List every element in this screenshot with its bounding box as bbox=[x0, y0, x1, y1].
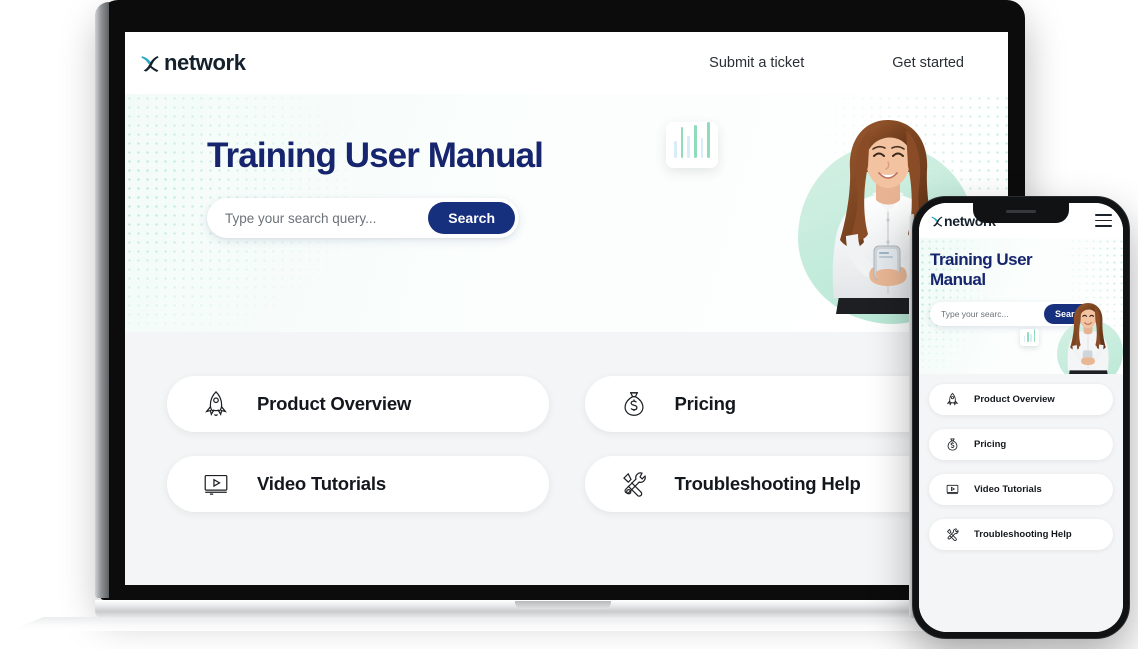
quick-links-section: Product Overview Pricing Video Tutorials… bbox=[125, 332, 1008, 585]
top-navigation-bar: network Submit a ticket Get started bbox=[125, 32, 1008, 94]
phone-card-pricing[interactable]: Pricing bbox=[929, 429, 1113, 460]
card-video-tutorials[interactable]: Video Tutorials bbox=[167, 456, 549, 512]
nav-link-get-started[interactable]: Get started bbox=[892, 55, 964, 71]
phone-notch bbox=[973, 203, 1069, 223]
hamburger-menu-icon[interactable] bbox=[1095, 214, 1112, 227]
phone-speaker bbox=[1006, 209, 1036, 214]
phone-screen: network Training User Manual Search bbox=[919, 203, 1123, 632]
video-monitor-icon bbox=[945, 482, 960, 497]
phone-mockup: network Training User Manual Search bbox=[909, 196, 1130, 639]
phone-card-label: Troubleshooting Help bbox=[974, 529, 1072, 540]
laptop-screen: network Submit a ticket Get started Trai… bbox=[125, 32, 1008, 585]
money-bag-icon bbox=[619, 389, 649, 419]
brand-logo[interactable]: network bbox=[139, 50, 246, 76]
card-label: Troubleshooting Help bbox=[674, 473, 861, 494]
phone-page-title: Training User Manual bbox=[930, 250, 1070, 290]
quick-links-grid: Product Overview Pricing Video Tutorials… bbox=[167, 376, 966, 512]
nav-link-submit-ticket[interactable]: Submit a ticket bbox=[709, 55, 804, 71]
mockup-stage: network Submit a ticket Get started Trai… bbox=[0, 0, 1138, 649]
laptop-mockup: network Submit a ticket Get started Trai… bbox=[10, 0, 1115, 631]
brand-name: network bbox=[164, 50, 246, 75]
x-mark-icon bbox=[141, 56, 159, 72]
hero-section: Training User Manual Search bbox=[125, 94, 1008, 332]
phone-card-video-tutorials[interactable]: Video Tutorials bbox=[929, 474, 1113, 505]
search-bar: Search bbox=[207, 198, 519, 238]
woman-with-phone-photo bbox=[1067, 303, 1109, 374]
card-product-overview[interactable]: Product Overview bbox=[167, 376, 549, 432]
phone-card-troubleshooting-help[interactable]: Troubleshooting Help bbox=[929, 519, 1113, 550]
phone-card-label: Pricing bbox=[974, 439, 1007, 450]
phone-card-label: Product Overview bbox=[974, 394, 1055, 405]
laptop-lid-edge bbox=[95, 2, 109, 598]
website-page: network Submit a ticket Get started Trai… bbox=[125, 32, 1008, 585]
card-label: Video Tutorials bbox=[257, 473, 386, 494]
card-label: Product Overview bbox=[257, 393, 412, 414]
phone-card-label: Video Tutorials bbox=[974, 484, 1042, 495]
phone-card-product-overview[interactable]: Product Overview bbox=[929, 384, 1113, 415]
phone-hero-section: Training User Manual Search bbox=[919, 238, 1123, 374]
laptop-base-notch bbox=[514, 601, 611, 609]
search-button[interactable]: Search bbox=[428, 202, 515, 234]
rocket-icon bbox=[201, 389, 231, 419]
bar-chart-badge bbox=[1020, 329, 1039, 346]
money-bag-icon bbox=[945, 437, 960, 452]
bar-chart-badge bbox=[666, 122, 718, 168]
phone-hero-illustration bbox=[1047, 294, 1123, 374]
x-mark-icon bbox=[931, 216, 943, 227]
search-input[interactable] bbox=[225, 210, 429, 226]
video-monitor-icon bbox=[201, 469, 231, 499]
card-label: Pricing bbox=[674, 393, 737, 414]
phone-quick-links-section: Product Overview Pricing Video Tutorials… bbox=[919, 374, 1123, 632]
wrench-screwdriver-icon bbox=[945, 527, 960, 542]
nav-links: Submit a ticket Get started bbox=[709, 55, 986, 71]
rocket-icon bbox=[945, 392, 960, 407]
phone-search-input[interactable] bbox=[941, 309, 1044, 320]
title-line-1: Training User bbox=[930, 250, 1033, 269]
wrench-screwdriver-icon bbox=[619, 469, 649, 499]
title-line-2: Manual bbox=[930, 270, 986, 290]
